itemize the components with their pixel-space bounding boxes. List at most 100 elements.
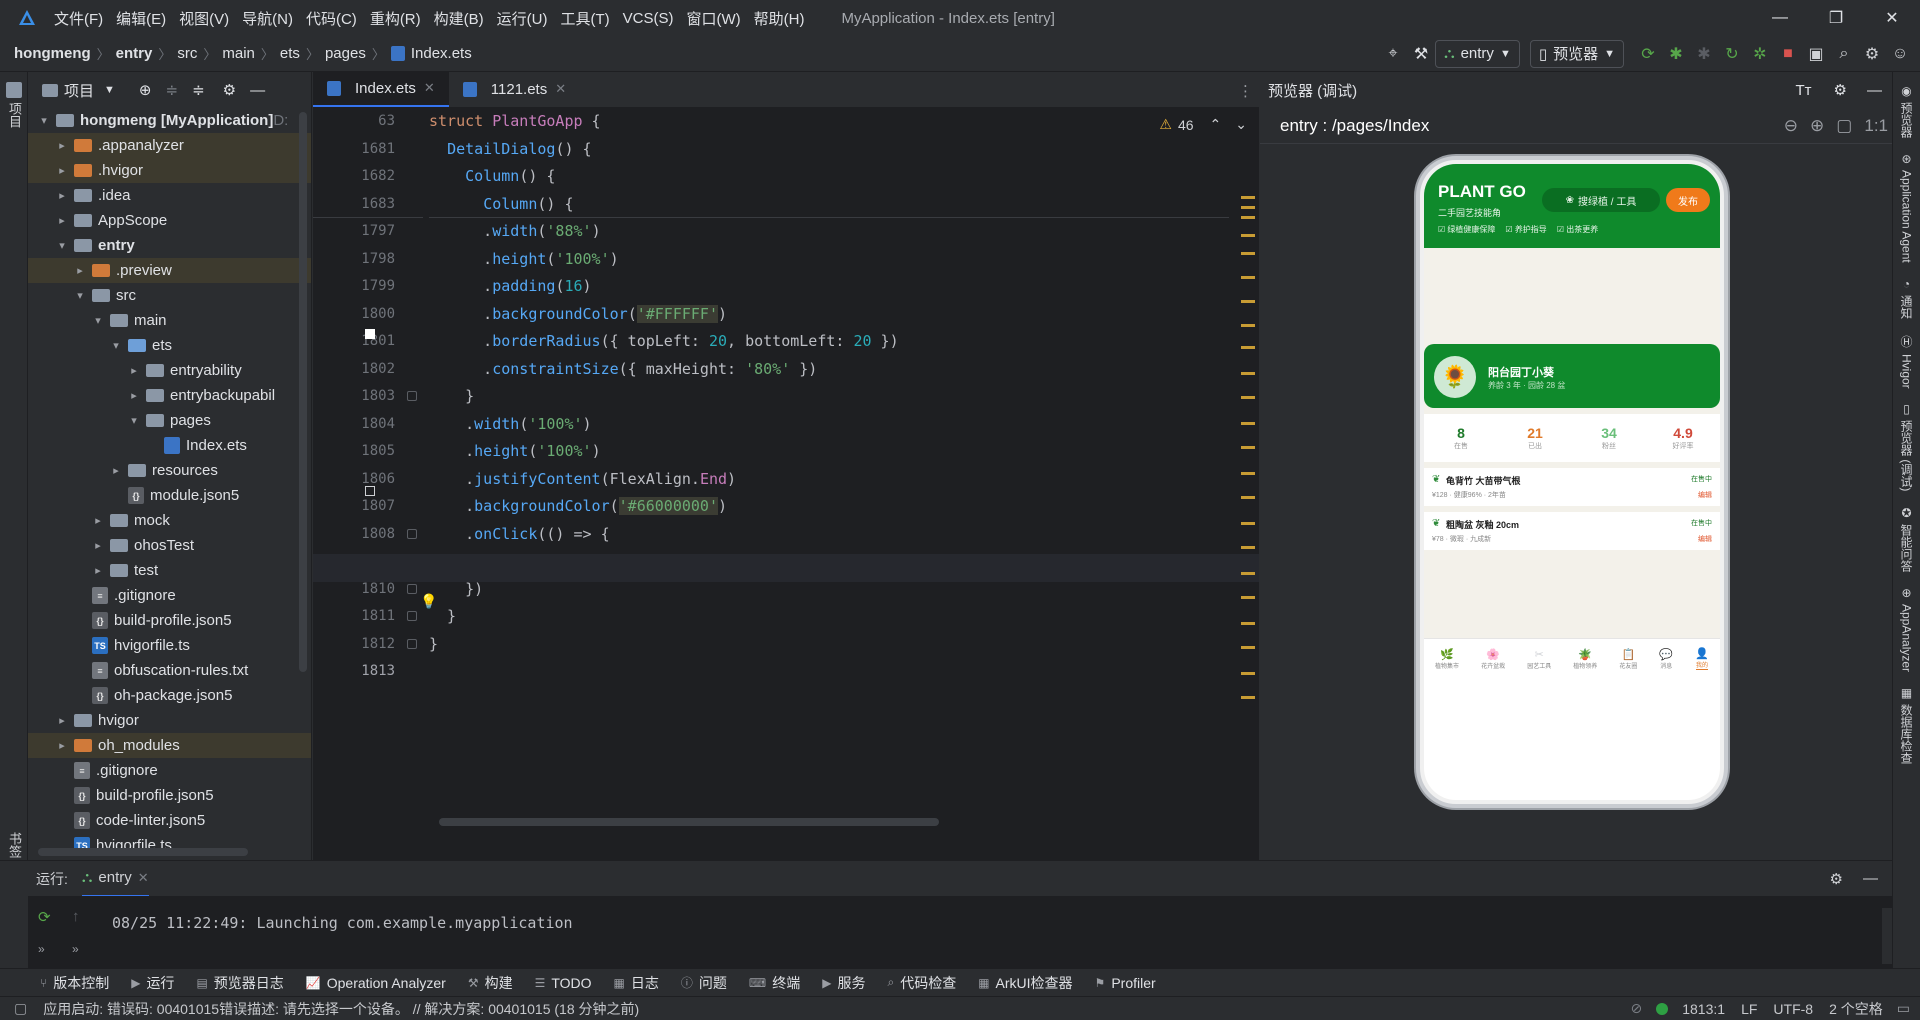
chevron-right-icon[interactable]: ▸ [108, 464, 124, 477]
fold-marker-icon[interactable] [407, 528, 417, 539]
tree-item[interactable]: ▸ .idea [28, 183, 311, 208]
run-config-select[interactable]: ⛬ entry ▼ [1435, 39, 1520, 68]
tree-item[interactable]: ≡ .gitignore [28, 583, 311, 608]
listing-edit-link[interactable]: 编辑 [1698, 534, 1712, 544]
code-line[interactable]: .width('100%') [429, 411, 1229, 439]
tree-item[interactable]: ▸ entrybackupabil [28, 383, 311, 408]
chevron-down-icon[interactable]: ▾ [36, 114, 52, 127]
collapse-all-icon[interactable]: ≑ [192, 81, 205, 99]
tree-item[interactable]: ≡ .gitignore [28, 758, 311, 783]
stat-cell[interactable]: 34 粉丝 [1572, 414, 1646, 462]
menu-item[interactable]: 编辑(E) [116, 8, 166, 29]
code-line[interactable]: this.showDetail = false [429, 548, 1229, 576]
menu-item[interactable]: VCS(S) [623, 10, 674, 27]
code-line[interactable]: .constraintSize({ maxHeight: '80%' }) [429, 356, 1229, 384]
color-swatch-white[interactable] [365, 329, 375, 339]
tree-item[interactable]: {} code-linter.json5 [28, 808, 311, 833]
tool-window-button[interactable]: ☰ TODO [535, 975, 592, 991]
chevron-right-icon[interactable]: ▸ [54, 139, 70, 152]
fit-screen-icon[interactable]: ▢ [1836, 116, 1852, 136]
code-line[interactable]: .justifyContent(FlexAlign.End) [429, 466, 1229, 494]
tool-window-button[interactable]: ⌕ 代码检查 [887, 973, 956, 993]
code-line[interactable]: } [429, 383, 1229, 411]
apply-changes-icon[interactable]: ↻ [1718, 44, 1746, 64]
tree-item[interactable]: {} oh-package.json5 [28, 683, 311, 708]
run-settings-icon[interactable]: ⚙ [1830, 870, 1843, 888]
chevron-right-icon[interactable]: ▸ [90, 564, 106, 577]
right-tool-tab[interactable]: ⊕ AppAnalyzer [1900, 586, 1914, 672]
tree-item[interactable]: ▾ entry [28, 233, 311, 258]
panel-settings-icon[interactable]: ⚙ [223, 81, 236, 99]
color-swatch-transparent[interactable] [365, 486, 375, 496]
chevron-right-icon[interactable]: ▸ [54, 739, 70, 752]
chevron-down-icon[interactable]: ▾ [90, 314, 106, 327]
tool-window-button[interactable]: ⌨ 终端 [749, 973, 800, 993]
expand-all-icon[interactable]: ≑ [165, 81, 178, 99]
file-encoding[interactable]: UTF-8 [1773, 1001, 1813, 1017]
maximize-icon[interactable]: ❐ [1808, 8, 1864, 28]
next-highlight-icon[interactable]: ⌄ [1235, 116, 1247, 133]
menu-item[interactable]: 运行(U) [497, 8, 548, 29]
bookmarks-tab[interactable]: 书签 [5, 832, 24, 858]
code-line[interactable]: }) [429, 576, 1229, 604]
project-panel-title[interactable]: 项目 [64, 80, 94, 101]
listing-edit-link[interactable]: 编辑 [1698, 490, 1712, 500]
stat-cell[interactable]: 21 已出 [1498, 414, 1572, 462]
chevron-right-icon[interactable]: ▸ [54, 189, 70, 202]
lock-icon[interactable]: ▭ [1897, 1000, 1910, 1017]
zoom-out-icon[interactable]: ⊖ [1784, 116, 1798, 136]
rerun-icon[interactable]: ⟳ [38, 908, 51, 926]
app-search-box[interactable]: ❀ 搜绿植 / 工具 [1542, 188, 1660, 212]
editor-tab[interactable]: Index.ets ✕ [313, 71, 449, 107]
editor-tab[interactable]: 1121.ets ✕ [449, 71, 580, 107]
hammer-icon[interactable]: ⚒ [1407, 44, 1435, 64]
tree-item[interactable]: ▸ entryability [28, 358, 311, 383]
device-manager-icon[interactable]: ▣ [1802, 44, 1830, 64]
close-tab-icon[interactable]: ✕ [138, 870, 149, 886]
chevron-right-icon[interactable]: ▸ [126, 389, 142, 402]
tool-window-button[interactable]: ⑂ 版本控制 [40, 973, 109, 993]
horizontal-scrollbar[interactable] [439, 818, 939, 826]
right-tool-tab[interactable]: ▦ 数据库检查 [1898, 686, 1915, 764]
hide-run-icon[interactable]: — [1863, 870, 1878, 887]
breadcrumb-item[interactable]: Index.ets [411, 45, 472, 62]
attach-debugger-icon[interactable]: ✱ [1690, 44, 1718, 64]
profile-icon[interactable]: ✲ [1746, 44, 1774, 64]
tool-window-button[interactable]: ▤ 预览器日志 [196, 973, 283, 993]
menu-item[interactable]: 窗口(W) [686, 8, 740, 29]
caret-position[interactable]: 1813:1 [1682, 1001, 1725, 1017]
chevron-right-icon[interactable]: ▸ [54, 214, 70, 227]
scroll-up-icon[interactable]: ↑ [72, 908, 80, 925]
breadcrumb-item[interactable]: main [222, 45, 255, 62]
fold-marker-icon[interactable] [407, 638, 417, 649]
right-tool-tab[interactable]: ⊛ Application Agent [1900, 152, 1914, 263]
menu-item[interactable]: 导航(N) [242, 8, 293, 29]
code-area[interactable]: struct PlantGoApp { DetailDialog() { Col… [429, 108, 1229, 860]
sticky-code-line[interactable]: DetailDialog() { [429, 136, 1229, 164]
tool-window-button[interactable]: ▦ 日志 [614, 973, 659, 993]
hide-previewer-icon[interactable]: — [1867, 82, 1882, 99]
tool-window-button[interactable]: ▶ 运行 [131, 973, 174, 993]
tree-hscrollbar[interactable] [38, 848, 248, 856]
chevron-right-icon[interactable]: ▸ [54, 714, 70, 727]
chevron-down-icon[interactable]: ▾ [54, 239, 70, 252]
chevron-down-icon[interactable]: ▼ [104, 84, 115, 96]
menu-item[interactable]: 重构(R) [370, 8, 421, 29]
stat-cell[interactable]: 8 在售 [1424, 414, 1498, 462]
code-line[interactable]: .height('100%') [429, 438, 1229, 466]
zoom-in-icon[interactable]: ⊕ [1810, 116, 1824, 136]
font-size-icon[interactable]: Tт [1796, 82, 1812, 99]
tree-item[interactable]: ▾ ets [28, 333, 311, 358]
account-icon[interactable]: ☺ [1886, 45, 1914, 63]
breadcrumb-item[interactable]: pages [325, 45, 366, 62]
debug-icon[interactable]: ✱ [1662, 44, 1690, 64]
tree-item[interactable]: ▸ AppScope [28, 208, 311, 233]
code-line[interactable]: .onClick(() => { [429, 521, 1229, 549]
status-ok-icon[interactable] [1656, 1002, 1669, 1015]
tree-item[interactable]: ▸ .appanalyzer [28, 133, 311, 158]
fold-marker-icon[interactable] [407, 611, 417, 621]
chevron-right-icon[interactable]: ▸ [72, 264, 88, 277]
app-nav-item[interactable]: 🌿 植物集市 [1435, 648, 1459, 670]
tabs-menu-icon[interactable]: ⋮ [1238, 82, 1253, 100]
profile-card[interactable]: 🌻 阳台园丁小葵 养龄 3 年 · 园龄 28 盆 [1424, 344, 1720, 408]
